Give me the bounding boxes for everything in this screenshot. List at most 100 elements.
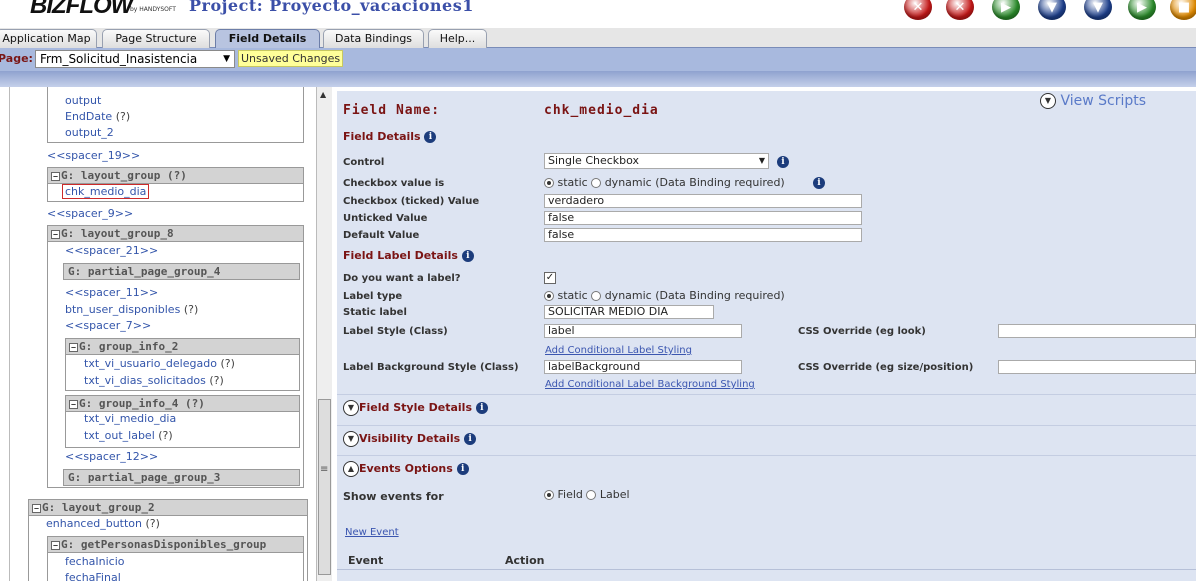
- tab-page-structure[interactable]: Page Structure: [102, 29, 210, 48]
- group-label: G: layout_group_2: [42, 501, 155, 514]
- static-radio[interactable]: [544, 178, 554, 188]
- static-label-input[interactable]: SOLICITAR MEDIO DIA: [544, 305, 714, 319]
- tab-help[interactable]: Help...: [428, 29, 487, 48]
- scroll-up-icon[interactable]: ▲: [320, 90, 326, 99]
- collapse-icon[interactable]: −: [69, 342, 78, 352]
- css-override-look-label: CSS Override (eg look): [798, 326, 926, 337]
- tab-data-bindings[interactable]: Data Bindings: [323, 29, 424, 48]
- info-icon[interactable]: i: [461, 250, 474, 262]
- help-marker[interactable]: (?): [158, 429, 172, 442]
- tree-item-chk-medio-dia[interactable]: chk_medio_dia: [62, 184, 150, 199]
- tree-group-partial-page-group-3[interactable]: G: partial_page_group_3: [63, 469, 300, 486]
- scroll-thumb[interactable]: [318, 399, 331, 575]
- help-marker[interactable]: (?): [116, 110, 130, 123]
- tree-item-txt-vi-dias-solicitados[interactable]: txt_vi_dias_solicitados (?): [84, 374, 224, 387]
- want-label-checkbox[interactable]: ✓: [544, 272, 556, 284]
- info-icon[interactable]: i: [475, 402, 488, 414]
- label-background-input[interactable]: labelBackground: [544, 360, 742, 374]
- help-marker[interactable]: (?): [146, 517, 160, 530]
- css-override-look-input[interactable]: [998, 324, 1196, 338]
- default-value-input[interactable]: false: [544, 228, 862, 242]
- group-label: G: group_info_4 (?): [79, 397, 205, 410]
- tree-group-layout-group-2[interactable]: − G: layout_group_2: [28, 499, 308, 516]
- collapse-icon[interactable]: −: [51, 540, 60, 550]
- dynamic-radio[interactable]: [591, 178, 602, 188]
- group-label: G: layout_group_8: [61, 227, 174, 240]
- info-icon[interactable]: i: [813, 177, 825, 189]
- info-icon[interactable]: i: [456, 463, 469, 475]
- tree-item-fecha-inicio[interactable]: fechaInicio: [65, 555, 125, 568]
- page-select[interactable]: Frm_Solicitud_Inasistencia ▼: [35, 50, 235, 68]
- tree-spacer-11[interactable]: <<spacer_11>>: [65, 286, 158, 299]
- tree-spacer-12[interactable]: <<spacer_12>>: [65, 450, 158, 463]
- tree-group-layout-group-8[interactable]: − G: layout_group_8: [47, 225, 304, 242]
- expand-icon[interactable]: ▼: [343, 431, 359, 447]
- collapse-icon[interactable]: −: [32, 503, 41, 513]
- label-radio[interactable]: [586, 490, 597, 500]
- tree-item-output[interactable]: output: [65, 94, 101, 107]
- tree-item-btn-user-disponibles[interactable]: btn_user_disponibles (?): [65, 303, 198, 316]
- tree-item-fecha-final[interactable]: fechaFinal: [65, 571, 121, 581]
- run-green-icon[interactable]: ▶: [992, 0, 1020, 20]
- tree-item-output-2[interactable]: output_2: [65, 126, 114, 139]
- project-title: Project: Proyecto_vacaciones1: [189, 0, 474, 15]
- publish-green-icon[interactable]: ▶: [1128, 0, 1156, 20]
- tree-item-txt-out-label[interactable]: txt_out_label (?): [84, 429, 173, 442]
- dynamic-radio[interactable]: [591, 291, 602, 301]
- tree-item-txt-vi-usuario-delegado[interactable]: txt_vi_usuario_delegado (?): [84, 357, 235, 370]
- default-value-label: Default Value: [343, 230, 420, 241]
- help-marker[interactable]: (?): [220, 357, 234, 370]
- section-title: Field Label Details: [343, 249, 458, 262]
- close-red-icon[interactable]: ✕: [904, 0, 932, 20]
- control-select[interactable]: Single Checkbox ▼: [544, 153, 769, 169]
- bizflow-logo: BIZFLOW: [30, 0, 133, 19]
- tree-item-txt-vi-medio-dia[interactable]: txt_vi_medio_dia: [84, 412, 176, 425]
- events-options-heading[interactable]: ▲ Events Options i: [343, 461, 469, 477]
- download-all-blue-icon[interactable]: ▼: [1084, 0, 1112, 20]
- visibility-details-section[interactable]: ▼ Visibility Details i: [337, 425, 1196, 454]
- add-conditional-label-styling-link[interactable]: Add Conditional Label Styling: [545, 345, 692, 356]
- static-radio[interactable]: [544, 291, 554, 301]
- download-blue-icon[interactable]: ▼: [1038, 0, 1066, 20]
- tree-group-group-info-2[interactable]: − G: group_info_2: [65, 338, 300, 355]
- save-orange-icon[interactable]: ■: [1170, 0, 1196, 20]
- collapse-icon[interactable]: −: [51, 229, 60, 239]
- field-radio[interactable]: [544, 490, 554, 500]
- tree-spacer-7[interactable]: <<spacer_7>>: [65, 319, 151, 332]
- expand-icon[interactable]: ▼: [343, 400, 359, 416]
- info-icon[interactable]: i: [777, 156, 789, 168]
- view-scripts-link[interactable]: ▼ View Scripts: [1040, 93, 1146, 109]
- unticked-value-input[interactable]: false: [544, 211, 862, 225]
- help-marker[interactable]: (?): [184, 303, 198, 316]
- tree-group-get-personas-disponibles[interactable]: − G: getPersonasDisponibles_group: [47, 536, 304, 553]
- tree-group-group-info-4[interactable]: − G: group_info_4 (?): [65, 395, 300, 412]
- page-select-value: Frm_Solicitud_Inasistencia: [40, 52, 198, 66]
- help-marker[interactable]: (?): [209, 374, 223, 387]
- info-icon[interactable]: i: [424, 131, 437, 143]
- new-event-link[interactable]: New Event: [345, 527, 399, 538]
- field-style-details-section[interactable]: ▼ Field Style Details i: [337, 394, 1196, 423]
- css-override-size-input[interactable]: [998, 360, 1196, 374]
- tab-field-details[interactable]: Field Details: [215, 29, 320, 48]
- collapse-icon[interactable]: ▲: [343, 461, 359, 477]
- tree-scrollbar[interactable]: ▲ ≡: [316, 87, 332, 581]
- tree-group-layout-group[interactable]: − G: layout_group (?): [47, 167, 304, 184]
- info-icon[interactable]: i: [464, 433, 477, 445]
- tree-spacer-9[interactable]: <<spacer_9>>: [47, 207, 133, 220]
- tree-item-enhanced-button[interactable]: enhanced_button (?): [46, 517, 160, 530]
- collapse-icon[interactable]: −: [69, 399, 78, 409]
- close-all-red-icon[interactable]: ✕: [946, 0, 974, 20]
- tree-item-label: txt_out_label: [84, 429, 155, 442]
- label-style-input[interactable]: label: [544, 324, 742, 338]
- tree-spacer-21[interactable]: <<spacer_21>>: [65, 244, 158, 257]
- tree-line: [9, 87, 10, 581]
- radio-label: Field: [557, 488, 583, 501]
- add-conditional-background-link[interactable]: Add Conditional Label Background Styling: [545, 379, 755, 390]
- ticked-value-input[interactable]: verdadero: [544, 194, 862, 208]
- tab-application-map[interactable]: Application Map: [0, 29, 97, 48]
- tree-group-partial-page-group-4[interactable]: G: partial_page_group_4: [63, 263, 300, 280]
- tree-spacer-19[interactable]: <<spacer_19>>: [47, 149, 140, 162]
- label-background-label: Label Background Style (Class): [343, 362, 519, 373]
- collapse-icon[interactable]: −: [51, 171, 60, 181]
- tree-item-enddate[interactable]: EndDate (?): [65, 110, 130, 123]
